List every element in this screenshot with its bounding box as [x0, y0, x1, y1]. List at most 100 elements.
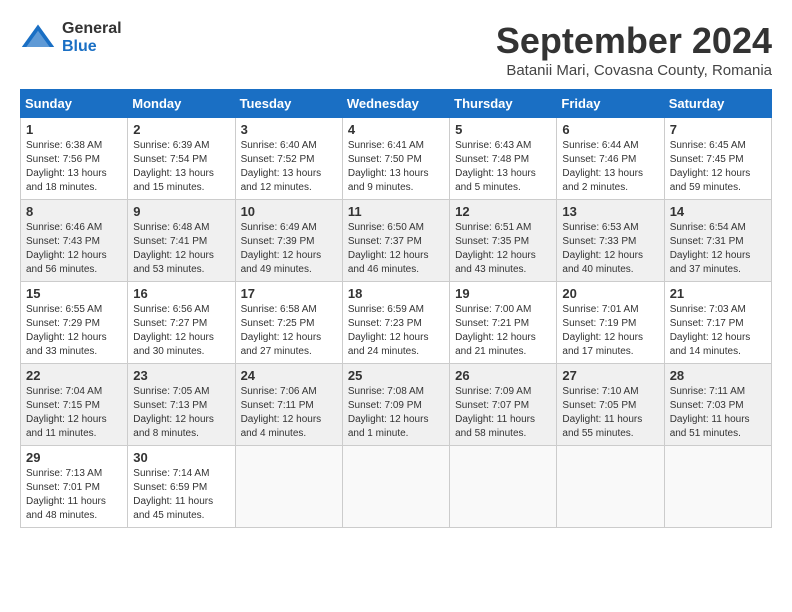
day-number: 14	[670, 204, 766, 219]
day-number: 2	[133, 122, 229, 137]
calendar-day-cell: 27 Sunrise: 7:10 AM Sunset: 7:05 PM Dayli…	[557, 364, 664, 446]
day-info: Sunrise: 6:59 AM Sunset: 7:23 PM Dayligh…	[348, 303, 444, 359]
day-info: Sunrise: 7:00 AM Sunset: 7:21 PM Dayligh…	[455, 303, 551, 359]
calendar-day-cell: 19 Sunrise: 7:00 AM Sunset: 7:21 PM Dayli…	[450, 282, 557, 364]
calendar-header-wednesday: Wednesday	[342, 90, 449, 118]
calendar-header-thursday: Thursday	[450, 90, 557, 118]
calendar-day-cell: 9 Sunrise: 6:48 AM Sunset: 7:41 PM Daylig…	[128, 200, 235, 282]
day-number: 28	[670, 368, 766, 383]
page-header: General Blue September 2024 Batanii Mari…	[20, 20, 772, 79]
day-info: Sunrise: 7:05 AM Sunset: 7:13 PM Dayligh…	[133, 385, 229, 441]
title-block: September 2024 Batanii Mari, Covasna Cou…	[496, 20, 772, 79]
day-info: Sunrise: 7:01 AM Sunset: 7:19 PM Dayligh…	[562, 303, 658, 359]
logo-general: General	[62, 20, 122, 38]
calendar-day-cell: 30 Sunrise: 7:14 AM Sunset: 6:59 PM Dayli…	[128, 446, 235, 528]
day-number: 13	[562, 204, 658, 219]
calendar-day-cell: 26 Sunrise: 7:09 AM Sunset: 7:07 PM Dayli…	[450, 364, 557, 446]
day-info: Sunrise: 6:48 AM Sunset: 7:41 PM Dayligh…	[133, 221, 229, 277]
day-info: Sunrise: 7:09 AM Sunset: 7:07 PM Dayligh…	[455, 385, 551, 441]
calendar-header-tuesday: Tuesday	[235, 90, 342, 118]
day-info: Sunrise: 7:10 AM Sunset: 7:05 PM Dayligh…	[562, 385, 658, 441]
calendar-day-cell: 13 Sunrise: 6:53 AM Sunset: 7:33 PM Dayli…	[557, 200, 664, 282]
logo-blue: Blue	[62, 38, 122, 56]
day-number: 27	[562, 368, 658, 383]
day-info: Sunrise: 7:04 AM Sunset: 7:15 PM Dayligh…	[26, 385, 122, 441]
day-number: 7	[670, 122, 766, 137]
calendar-day-cell: 7 Sunrise: 6:45 AM Sunset: 7:45 PM Daylig…	[664, 118, 771, 200]
day-number: 29	[26, 450, 122, 465]
calendar-week-row: 29 Sunrise: 7:13 AM Sunset: 7:01 PM Dayli…	[21, 446, 772, 528]
day-info: Sunrise: 6:53 AM Sunset: 7:33 PM Dayligh…	[562, 221, 658, 277]
location: Batanii Mari, Covasna County, Romania	[496, 62, 772, 79]
day-number: 23	[133, 368, 229, 383]
day-info: Sunrise: 6:54 AM Sunset: 7:31 PM Dayligh…	[670, 221, 766, 277]
day-info: Sunrise: 6:50 AM Sunset: 7:37 PM Dayligh…	[348, 221, 444, 277]
calendar-day-cell: 4 Sunrise: 6:41 AM Sunset: 7:50 PM Daylig…	[342, 118, 449, 200]
day-info: Sunrise: 7:11 AM Sunset: 7:03 PM Dayligh…	[670, 385, 766, 441]
calendar-week-row: 15 Sunrise: 6:55 AM Sunset: 7:29 PM Dayli…	[21, 282, 772, 364]
day-number: 26	[455, 368, 551, 383]
calendar-day-cell	[235, 446, 342, 528]
day-info: Sunrise: 6:38 AM Sunset: 7:56 PM Dayligh…	[26, 139, 122, 195]
logo-text: General Blue	[62, 20, 122, 55]
calendar-day-cell: 11 Sunrise: 6:50 AM Sunset: 7:37 PM Dayli…	[342, 200, 449, 282]
calendar-day-cell: 2 Sunrise: 6:39 AM Sunset: 7:54 PM Daylig…	[128, 118, 235, 200]
day-number: 19	[455, 286, 551, 301]
calendar-day-cell: 28 Sunrise: 7:11 AM Sunset: 7:03 PM Dayli…	[664, 364, 771, 446]
calendar-header-monday: Monday	[128, 90, 235, 118]
calendar-header-row: SundayMondayTuesdayWednesdayThursdayFrid…	[21, 90, 772, 118]
calendar-header-friday: Friday	[557, 90, 664, 118]
calendar-day-cell	[450, 446, 557, 528]
day-info: Sunrise: 7:03 AM Sunset: 7:17 PM Dayligh…	[670, 303, 766, 359]
day-number: 15	[26, 286, 122, 301]
day-info: Sunrise: 6:45 AM Sunset: 7:45 PM Dayligh…	[670, 139, 766, 195]
day-number: 18	[348, 286, 444, 301]
calendar-table: SundayMondayTuesdayWednesdayThursdayFrid…	[20, 89, 772, 528]
day-number: 5	[455, 122, 551, 137]
calendar-day-cell: 29 Sunrise: 7:13 AM Sunset: 7:01 PM Dayli…	[21, 446, 128, 528]
day-info: Sunrise: 7:06 AM Sunset: 7:11 PM Dayligh…	[241, 385, 337, 441]
calendar-day-cell: 15 Sunrise: 6:55 AM Sunset: 7:29 PM Dayli…	[21, 282, 128, 364]
calendar-day-cell: 1 Sunrise: 6:38 AM Sunset: 7:56 PM Daylig…	[21, 118, 128, 200]
calendar-day-cell: 10 Sunrise: 6:49 AM Sunset: 7:39 PM Dayli…	[235, 200, 342, 282]
day-info: Sunrise: 7:14 AM Sunset: 6:59 PM Dayligh…	[133, 467, 229, 523]
day-number: 9	[133, 204, 229, 219]
calendar-day-cell	[342, 446, 449, 528]
day-info: Sunrise: 6:39 AM Sunset: 7:54 PM Dayligh…	[133, 139, 229, 195]
day-number: 17	[241, 286, 337, 301]
calendar-day-cell: 8Sunrise: 6:46 AM Sunset: 7:43 PM Daylig…	[21, 200, 128, 282]
day-info: Sunrise: 7:13 AM Sunset: 7:01 PM Dayligh…	[26, 467, 122, 523]
calendar-day-cell	[664, 446, 771, 528]
calendar-day-cell	[557, 446, 664, 528]
day-info: Sunrise: 6:56 AM Sunset: 7:27 PM Dayligh…	[133, 303, 229, 359]
day-number: 6	[562, 122, 658, 137]
day-info: Sunrise: 6:55 AM Sunset: 7:29 PM Dayligh…	[26, 303, 122, 359]
calendar-week-row: 8Sunrise: 6:46 AM Sunset: 7:43 PM Daylig…	[21, 200, 772, 282]
day-number: 11	[348, 204, 444, 219]
day-number: 20	[562, 286, 658, 301]
day-number: 10	[241, 204, 337, 219]
day-info: Sunrise: 6:41 AM Sunset: 7:50 PM Dayligh…	[348, 139, 444, 195]
logo: General Blue	[20, 20, 122, 56]
calendar-week-row: 22 Sunrise: 7:04 AM Sunset: 7:15 PM Dayli…	[21, 364, 772, 446]
calendar-day-cell: 25Sunrise: 7:08 AM Sunset: 7:09 PM Dayli…	[342, 364, 449, 446]
month-title: September 2024	[496, 20, 772, 62]
day-number: 1	[26, 122, 122, 137]
calendar-day-cell: 23 Sunrise: 7:05 AM Sunset: 7:13 PM Dayli…	[128, 364, 235, 446]
day-number: 21	[670, 286, 766, 301]
calendar-day-cell: 14 Sunrise: 6:54 AM Sunset: 7:31 PM Dayli…	[664, 200, 771, 282]
calendar-header-sunday: Sunday	[21, 90, 128, 118]
day-number: 16	[133, 286, 229, 301]
day-info: Sunrise: 6:49 AM Sunset: 7:39 PM Dayligh…	[241, 221, 337, 277]
day-info: Sunrise: 6:44 AM Sunset: 7:46 PM Dayligh…	[562, 139, 658, 195]
calendar-week-row: 1 Sunrise: 6:38 AM Sunset: 7:56 PM Daylig…	[21, 118, 772, 200]
calendar-day-cell: 5Sunrise: 6:43 AM Sunset: 7:48 PM Daylig…	[450, 118, 557, 200]
day-info: Sunrise: 6:46 AM Sunset: 7:43 PM Dayligh…	[26, 221, 122, 277]
day-number: 30	[133, 450, 229, 465]
calendar-day-cell: 17 Sunrise: 6:58 AM Sunset: 7:25 PM Dayli…	[235, 282, 342, 364]
day-info: Sunrise: 6:58 AM Sunset: 7:25 PM Dayligh…	[241, 303, 337, 359]
day-number: 22	[26, 368, 122, 383]
day-info: Sunrise: 7:08 AM Sunset: 7:09 PM Dayligh…	[348, 385, 444, 441]
day-number: 4	[348, 122, 444, 137]
day-number: 12	[455, 204, 551, 219]
